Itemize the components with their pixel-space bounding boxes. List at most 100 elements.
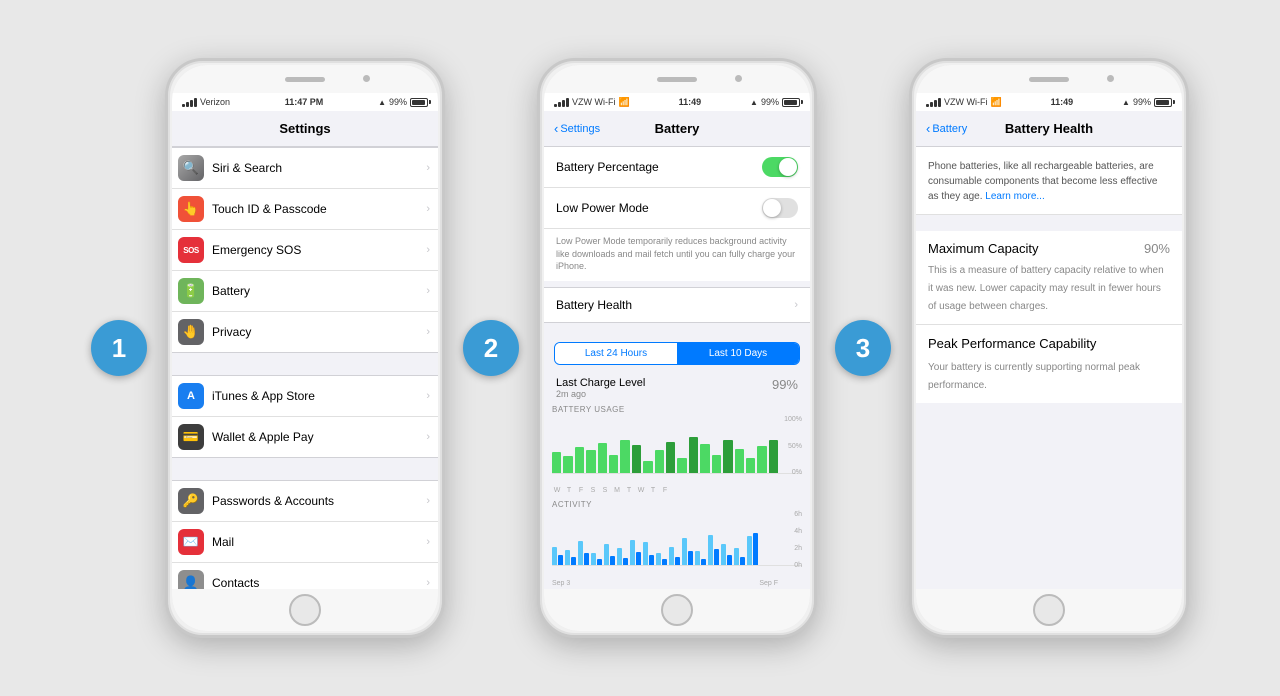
sos-label: Emergency SOS	[212, 243, 426, 257]
health-back[interactable]: ‹ Battery	[926, 121, 967, 136]
health-chevron: ›	[794, 299, 798, 311]
activity-y-labels: 6h 4h 2h 0h	[780, 511, 802, 569]
x-label: M	[612, 487, 622, 494]
bar-group	[682, 538, 693, 565]
status-left-2: VZW Wi-Fi 📶	[554, 97, 630, 108]
bar-group	[578, 541, 589, 565]
settings-item-touchid[interactable]: 👆 Touch ID & Passcode ›	[172, 189, 438, 230]
phone-1-inner: Verizon 11:47 PM ▲ 99% Settings	[172, 65, 438, 631]
status-bar-3: VZW Wi-Fi 📶 11:49 ▲ 99%	[916, 93, 1182, 111]
settings-item-sos[interactable]: SOS Emergency SOS ›	[172, 230, 438, 271]
battery-back[interactable]: ‹ Settings	[554, 121, 600, 136]
privacy-label: Privacy	[212, 325, 426, 339]
home-button-3[interactable]	[1033, 594, 1065, 626]
bar	[740, 557, 745, 565]
charge-level-sub: 2m ago	[556, 389, 645, 399]
peak-performance-row: Peak Performance Capability	[916, 325, 1182, 357]
activity-y-4: 4h	[794, 528, 802, 535]
bar	[746, 458, 755, 473]
wifi-icon-3: 📶	[990, 97, 1001, 108]
mail-icon: ✉️	[178, 529, 204, 555]
x-label: W	[636, 487, 646, 494]
appstore-label: iTunes & App Store	[212, 389, 426, 403]
segment-24h[interactable]: Last 24 Hours	[555, 343, 677, 364]
charge-level-title: Last Charge Level	[556, 377, 645, 389]
passwords-chevron: ›	[426, 495, 430, 507]
wallet-label: Wallet & Apple Pay	[212, 430, 426, 444]
home-button-1[interactable]	[289, 594, 321, 626]
activity-date-labels: Sep 3 Sep F	[552, 580, 802, 587]
settings-item-privacy[interactable]: 🤚 Privacy ›	[172, 312, 438, 352]
settings-item-mail[interactable]: ✉️ Mail ›	[172, 522, 438, 563]
bar	[565, 550, 570, 565]
privacy-icon: 🤚	[178, 319, 204, 345]
phone-1-top	[172, 65, 438, 93]
settings-item-wallet[interactable]: 💳 Wallet & Apple Pay ›	[172, 417, 438, 457]
bar-group	[643, 542, 654, 565]
settings-item-battery[interactable]: 🔋 Battery ›	[172, 271, 438, 312]
segment-10d[interactable]: Last 10 Days	[677, 343, 799, 364]
low-power-label: Low Power Mode	[556, 201, 649, 215]
privacy-chevron: ›	[426, 326, 430, 338]
peak-note-text: Your battery is currently supporting nor…	[928, 362, 1140, 391]
settings-screen: Settings 🔍 Siri & Search › 👆 Touch ID &	[172, 111, 438, 589]
bar	[617, 548, 622, 565]
bar	[591, 553, 596, 565]
charge-level-info: Last Charge Level 2m ago	[556, 377, 645, 399]
divider-1	[172, 353, 438, 375]
bar	[669, 547, 674, 565]
bar-group	[695, 551, 706, 565]
bar	[620, 440, 629, 473]
battery-percentage-toggle[interactable]	[762, 157, 798, 177]
wallet-icon: 💳	[178, 424, 204, 450]
settings-group-3: 🔑 Passwords & Accounts › ✉️ Mail › 👤 Con…	[172, 480, 438, 589]
signal-bars-3	[926, 97, 941, 107]
bar	[708, 535, 713, 565]
scene: 1 Verizon 11:47 PM	[0, 0, 1280, 696]
battery-toggles: Battery Percentage Low Power Mode Low Po…	[544, 147, 810, 281]
signal-bar	[566, 98, 569, 107]
contacts-icon: 👤	[178, 570, 204, 589]
passwords-label: Passwords & Accounts	[212, 494, 426, 508]
siri-label: Siri & Search	[212, 161, 426, 175]
touchid-chevron: ›	[426, 203, 430, 215]
signal-bar	[926, 104, 929, 107]
battery-content: Battery Percentage Low Power Mode Low Po…	[544, 147, 810, 589]
battery-fill-3	[1156, 100, 1169, 105]
home-button-2[interactable]	[661, 594, 693, 626]
status-bar-2: VZW Wi-Fi 📶 11:49 ▲ 99%	[544, 93, 810, 111]
settings-item-contacts[interactable]: 👤 Contacts ›	[172, 563, 438, 589]
status-right-3: ▲ 99%	[1122, 97, 1172, 107]
bar	[677, 458, 686, 473]
bar	[578, 541, 583, 565]
low-power-row: Low Power Mode	[544, 188, 810, 229]
settings-item-siri[interactable]: 🔍 Siri & Search ›	[172, 148, 438, 189]
health-learn-more[interactable]: Learn more...	[985, 191, 1044, 202]
charge-level-pct: 99%	[772, 377, 798, 392]
bar	[662, 559, 667, 565]
settings-item-passwords[interactable]: 🔑 Passwords & Accounts ›	[172, 481, 438, 522]
signal-bar	[938, 98, 941, 107]
signal-bars-2	[554, 97, 569, 107]
phone-3-top	[916, 65, 1182, 93]
location-icon-2: ▲	[750, 98, 758, 107]
usage-chart-wrapper: 100% 50% 0%	[552, 416, 802, 486]
health-nav-title: Battery Health	[1005, 121, 1093, 136]
settings-item-appstore[interactable]: A iTunes & App Store ›	[172, 376, 438, 417]
bar	[632, 445, 641, 473]
low-power-toggle[interactable]	[762, 198, 798, 218]
peak-note-section: Your battery is currently supporting nor…	[916, 357, 1182, 403]
usage-x-labels: W T F S S M T W T F	[552, 487, 802, 494]
bar	[723, 440, 732, 473]
battery-fill-1	[412, 100, 425, 105]
battery-health-row[interactable]: Battery Health ›	[544, 287, 810, 323]
health-spacer-1	[916, 215, 1182, 231]
bar	[747, 536, 752, 565]
signal-bars-1	[182, 97, 197, 107]
battery-pct-2: 99%	[761, 97, 779, 107]
battery-screen: ‹ Settings Battery Battery Percentage	[544, 111, 810, 589]
touchid-icon: 👆	[178, 196, 204, 222]
mail-label: Mail	[212, 535, 426, 549]
back-label-3: Battery	[932, 123, 967, 135]
appstore-icon: A	[178, 383, 204, 409]
